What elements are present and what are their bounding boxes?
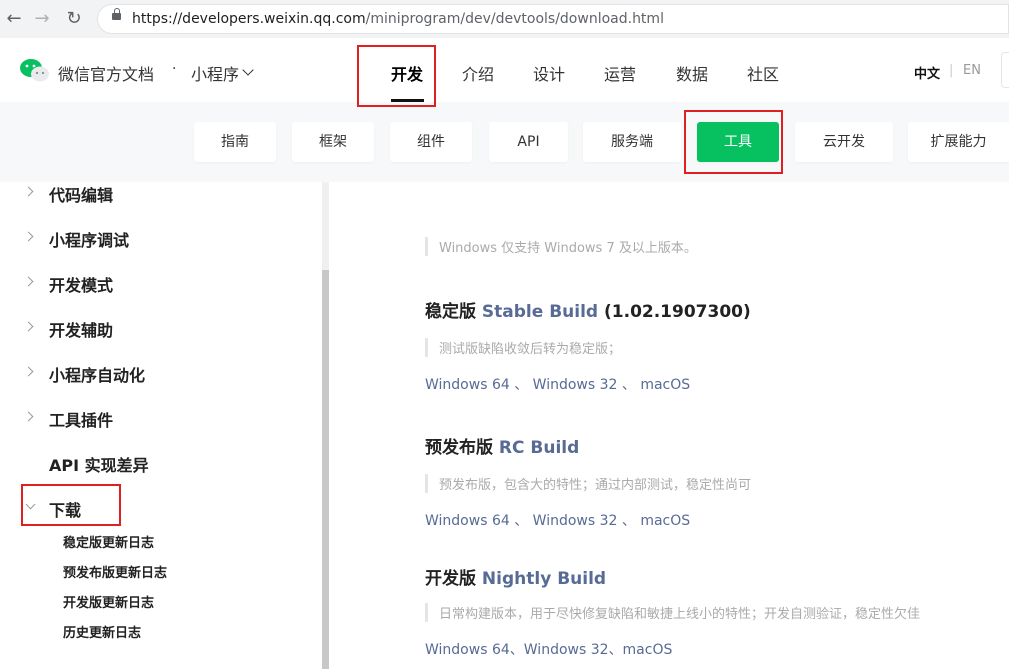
brand-title[interactable]: 微信官方文档 — [58, 61, 154, 85]
url-host: https://developers.weixin.qq.com — [132, 11, 366, 27]
product-switcher[interactable]: 小程序 — [191, 61, 239, 85]
sidebar-item-tool-plugins[interactable]: 工具插件 — [49, 407, 113, 431]
chevron-right-icon[interactable] — [23, 186, 34, 197]
sidebar-item-debug[interactable]: 小程序调试 — [49, 227, 129, 251]
lang-en[interactable]: EN — [963, 63, 981, 78]
tab-extensions[interactable]: 扩展能力 — [908, 122, 1009, 162]
nightly-title-cn: 开发版 — [425, 569, 476, 589]
highlight-box-tab-tools — [684, 110, 783, 174]
nightly-link-macos[interactable]: macOS — [623, 642, 673, 658]
address-bar[interactable]: https://developers.weixin.qq.com/minipro… — [97, 4, 1009, 34]
sidebar-item-code-edit[interactable]: 代码编辑 — [49, 182, 113, 206]
tab-framework[interactable]: 框架 — [292, 122, 374, 162]
nightly-build-heading: 开发版 Nightly Build — [425, 564, 606, 589]
stable-title-en: Stable Build — [481, 302, 599, 322]
sidebar-subitem-stable-log[interactable]: 稳定版更新日志 — [63, 532, 154, 551]
nightly-build-note: 日常构建版本，用于尽快修复缺陷和敏捷上线小的特性；开发自测验证，稳定性欠佳 — [425, 603, 920, 622]
wechat-logo-icon[interactable] — [19, 58, 51, 84]
chevron-right-icon[interactable] — [23, 321, 34, 332]
link-separator: 、 — [617, 513, 641, 529]
stable-build-note: 测试版缺陷收敛后转为稳定版； — [425, 338, 621, 357]
forward-icon[interactable]: → — [32, 9, 52, 29]
nav-item-community[interactable]: 社区 — [747, 61, 779, 85]
link-separator: 、 — [509, 642, 524, 658]
nav-item-data[interactable]: 数据 — [676, 61, 708, 85]
sidebar-item-automation[interactable]: 小程序自动化 — [49, 362, 145, 386]
windows-note: Windows 仅支持 Windows 7 及以上版本。 — [425, 237, 697, 256]
link-separator: 、 — [509, 513, 533, 529]
rc-build-heading: 预发布版 RC Build — [425, 433, 579, 458]
rc-link-win32[interactable]: Windows 32 — [533, 513, 618, 529]
chevron-right-icon[interactable] — [23, 231, 34, 242]
sidebar-item-dev-assist[interactable]: 开发辅助 — [49, 317, 113, 341]
sidebar-scrollbar-thumb[interactable] — [322, 270, 329, 669]
browser-toolbar: ← → ↻ https://developers.weixin.qq.com/m… — [0, 0, 1009, 39]
tab-cloud-dev[interactable]: 云开发 — [795, 122, 893, 162]
nightly-link-win32[interactable]: Windows 32 — [524, 642, 609, 658]
stable-download-links: Windows 64 、 Windows 32 、 macOS — [425, 374, 690, 394]
back-icon[interactable]: ← — [4, 9, 24, 29]
tab-components[interactable]: 组件 — [390, 122, 472, 162]
sidebar-item-dev-mode[interactable]: 开发模式 — [49, 272, 113, 296]
lang-divider: | — [949, 63, 954, 78]
url-text[interactable]: https://developers.weixin.qq.com/minipro… — [132, 11, 664, 27]
sidebar-subitem-nightly-log[interactable]: 开发版更新日志 — [63, 592, 154, 611]
tab-server[interactable]: 服务端 — [583, 122, 681, 162]
highlight-box-sidebar-download — [21, 484, 121, 526]
rc-build-note: 预发布版，包含大的特性；通过内部测试，稳定性尚可 — [425, 474, 751, 493]
tab-guide[interactable]: 指南 — [194, 122, 276, 162]
nightly-link-win64[interactable]: Windows 64 — [425, 642, 510, 658]
chevron-right-icon[interactable] — [23, 366, 34, 377]
link-separator: 、 — [509, 377, 533, 393]
lock-icon — [112, 8, 121, 20]
url-path: /miniprogram/dev/devtools/download.html — [365, 11, 664, 27]
stable-build-heading: 稳定版 Stable Build (1.02.1907300) — [425, 297, 751, 322]
rc-title-cn: 预发布版 — [425, 438, 493, 458]
site-header: 微信官方文档 · 小程序 开发 介绍 设计 运营 数据 社区 中文 | EN — [0, 38, 1009, 102]
sidebar-item-api-diff[interactable]: API 实现差异 — [49, 452, 149, 476]
chevron-right-icon[interactable] — [23, 276, 34, 287]
highlight-box-nav-develop — [357, 45, 436, 107]
search-input[interactable] — [1001, 52, 1009, 88]
sub-navigation: 指南 框架 组件 API 服务端 工具 云开发 扩展能力 — [0, 102, 1009, 182]
nightly-title-en: Nightly Build — [481, 569, 607, 589]
rc-link-win64[interactable]: Windows 64 — [425, 513, 510, 529]
nav-item-operations[interactable]: 运营 — [604, 61, 636, 85]
rc-link-macos[interactable]: macOS — [640, 513, 690, 529]
sidebar-subitem-history-log[interactable]: 历史更新日志 — [63, 622, 141, 641]
rc-download-links: Windows 64 、 Windows 32 、 macOS — [425, 510, 690, 530]
nav-item-design[interactable]: 设计 — [533, 61, 565, 85]
chevron-right-icon[interactable] — [23, 411, 34, 422]
rc-title-en: RC Build — [498, 438, 580, 458]
lang-zh[interactable]: 中文 — [914, 63, 940, 82]
nav-item-intro[interactable]: 介绍 — [462, 61, 494, 85]
reload-icon[interactable]: ↻ — [64, 9, 84, 29]
brand-separator: · — [172, 61, 177, 77]
stable-link-macos[interactable]: macOS — [640, 377, 690, 393]
stable-version: (1.02.1907300) — [604, 302, 751, 322]
link-separator: 、 — [617, 377, 641, 393]
stable-link-win64[interactable]: Windows 64 — [425, 377, 510, 393]
sidebar-subitem-rc-log[interactable]: 预发布版更新日志 — [63, 562, 167, 581]
link-separator: 、 — [608, 642, 623, 658]
tab-api[interactable]: API — [489, 122, 568, 162]
sidebar: 代码编辑 小程序调试 开发模式 开发辅助 小程序自动化 工具插件 API 实现差… — [0, 182, 322, 669]
stable-title-cn: 稳定版 — [425, 302, 476, 322]
chevron-down-icon[interactable] — [242, 64, 254, 76]
stable-link-win32[interactable]: Windows 32 — [533, 377, 618, 393]
nightly-download-links: Windows 64、Windows 32、macOS — [425, 639, 672, 659]
